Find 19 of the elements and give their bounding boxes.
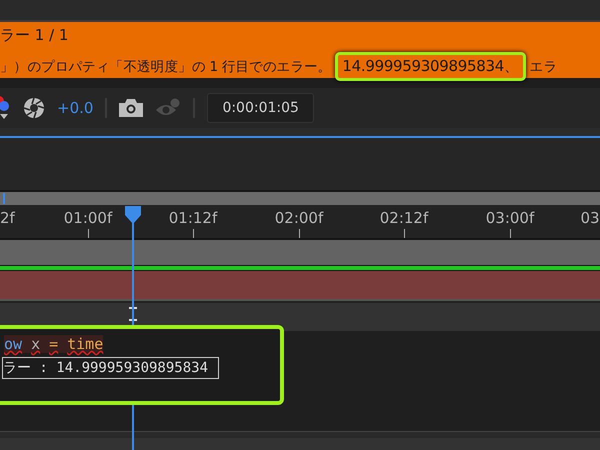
error-count: ラー 1 / 1 — [0, 25, 70, 46]
error-message: 」）のプロパティ「不透明度」の 1 行目でのエラー。 — [0, 58, 332, 76]
ruler-label: 03 — [580, 209, 600, 227]
color-channels-icon[interactable] — [0, 95, 11, 121]
timecode-field[interactable]: 0:00:01:05 — [207, 93, 314, 123]
ruler-label: 02:12f — [380, 209, 428, 227]
expression-error: ラー : 14.999959309895834 — [2, 357, 220, 379]
exposure-value[interactable]: +0.0 — [57, 99, 94, 117]
ruler-label: 02:00f — [274, 209, 324, 227]
highlighted-value: 14.999959309895834、 — [335, 52, 526, 81]
camera-icon[interactable] — [119, 99, 144, 117]
ruler-label: 01:12f — [168, 209, 218, 227]
error-message-continued: エラ — [530, 58, 558, 76]
ruler-label: 2f — [0, 209, 15, 227]
layer-track[interactable] — [0, 265, 600, 271]
time-ruler[interactable]: 2f 01:00f 01:12f 02:00f 02:12f 03:00f 03 — [0, 205, 600, 240]
ruler-label: 03:00f — [486, 209, 534, 227]
ruler-label: 01:00f — [64, 209, 112, 227]
aperture-icon[interactable] — [23, 97, 45, 119]
